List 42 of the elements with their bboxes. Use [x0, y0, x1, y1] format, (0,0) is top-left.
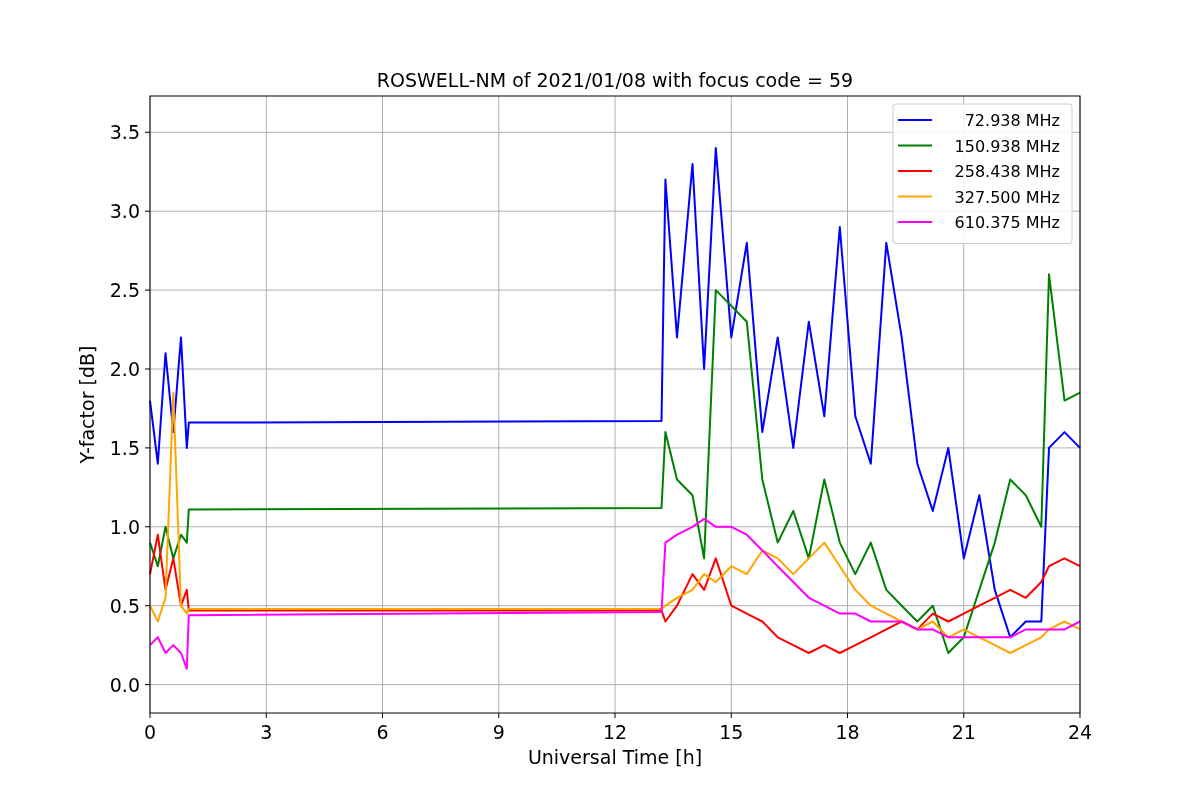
y-tick-label: 0.5	[109, 594, 140, 617]
x-tick-label: 3	[260, 721, 273, 743]
x-tick-label: 24	[1067, 721, 1093, 743]
x-tick-label: 9	[492, 721, 505, 743]
tick-mark	[382, 712, 383, 719]
x-tick-label: 15	[719, 721, 744, 743]
y-tick-label: 2.0	[109, 358, 140, 380]
tick-mark	[144, 605, 151, 607]
tick-mark	[144, 368, 151, 370]
x-tick-label: 12	[602, 721, 628, 743]
tick-mark	[847, 712, 848, 719]
legend-label: 610.375 MHz	[954, 213, 1060, 232]
x-tick-label: 18	[835, 721, 860, 743]
tick-mark	[1079, 712, 1081, 719]
tick-mark	[265, 712, 267, 719]
x-tick-label: 21	[951, 721, 976, 743]
legend-label: 150.938 MHz	[954, 136, 1060, 156]
y-tick-label: 2.5	[109, 279, 140, 302]
x-tick-label: 0	[143, 721, 157, 743]
tick-mark	[144, 131, 151, 133]
x-tick-label: 6	[376, 721, 389, 743]
legend-label: 258.438 MHz	[954, 162, 1060, 181]
tick-mark	[149, 712, 151, 719]
tick-mark	[963, 712, 965, 719]
x-axis-label: Universal Time [h]	[527, 746, 703, 768]
y-tick-label: 3.0	[109, 200, 140, 223]
tick-mark	[614, 712, 616, 719]
chart-title: ROSWELL-NM of 2021/01/08 with focus code = 59	[376, 69, 854, 91]
legend-label: 72.938 MHz	[964, 111, 1060, 130]
y-tick-label: 1.0	[109, 515, 140, 538]
tick-mark	[144, 447, 151, 449]
tick-mark	[144, 526, 151, 528]
tick-mark	[144, 289, 151, 291]
y-tick-label: 1.5	[109, 436, 140, 459]
tick-mark	[144, 210, 151, 212]
y-axis-label: Y-factor [dB]	[76, 345, 98, 464]
legend-label: 327.500 MHz	[954, 187, 1060, 207]
tick-mark	[498, 712, 500, 719]
y-tick-label: 0.0	[109, 673, 140, 696]
tick-mark	[730, 712, 732, 719]
tick-mark	[144, 684, 151, 686]
y-tick-label: 3.5	[109, 121, 140, 144]
